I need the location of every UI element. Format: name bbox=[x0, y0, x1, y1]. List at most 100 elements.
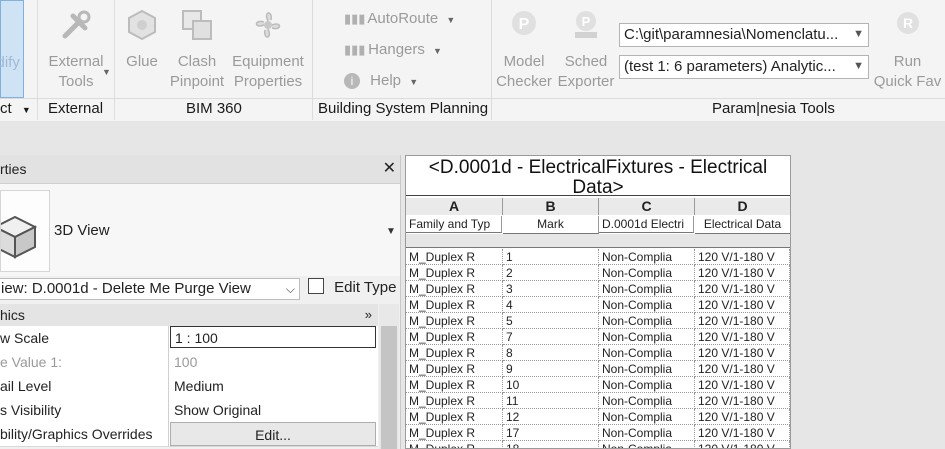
edit-type-button[interactable]: Edit Type bbox=[308, 278, 396, 296]
type-name: 3D View bbox=[54, 222, 110, 239]
external-tools-icon bbox=[62, 10, 91, 39]
property-row: s Visibility Show Original bbox=[0, 398, 378, 423]
schedule-cell[interactable]: 4 bbox=[503, 297, 599, 313]
schedule-cell[interactable]: M_Duplex R bbox=[406, 281, 503, 297]
schedule-cell[interactable]: 120 V/1-180 V bbox=[695, 265, 790, 281]
schedule-cell[interactable]: Non-Complia bbox=[599, 393, 695, 409]
schedule-cell[interactable]: 7 bbox=[503, 329, 599, 345]
column-header-electrical-data[interactable]: Electrical Data bbox=[695, 216, 790, 234]
schedule-cell[interactable]: 1 bbox=[503, 249, 599, 265]
schedule-cell[interactable]: 10 bbox=[503, 377, 599, 393]
schedule-cell[interactable]: 120 V/1-180 V bbox=[695, 377, 790, 393]
category-graphics[interactable]: hics » bbox=[0, 304, 378, 326]
schedule-cell[interactable]: M_Duplex R bbox=[406, 393, 503, 409]
schedule-cell[interactable]: M_Duplex R bbox=[406, 441, 503, 448]
schedule-cell[interactable]: Non-Complia bbox=[599, 249, 695, 265]
column-letter-b[interactable]: B bbox=[503, 198, 599, 215]
column-letter-c[interactable]: C bbox=[599, 198, 695, 215]
chevron-down-icon: ▼ bbox=[853, 60, 864, 72]
schedule-cell[interactable]: Non-Complia bbox=[599, 345, 695, 361]
schedule-cell[interactable]: M_Duplex R bbox=[406, 409, 503, 425]
schedule-cell[interactable]: Non-Complia bbox=[599, 409, 695, 425]
clash-pinpoint-icon bbox=[182, 10, 212, 40]
schedule-cell[interactable]: 2 bbox=[503, 265, 599, 281]
run-icon: R bbox=[896, 12, 919, 34]
schedule-cell[interactable]: 17 bbox=[503, 425, 599, 441]
close-icon[interactable]: ✕ bbox=[383, 155, 396, 183]
schedule-cell[interactable]: M_Duplex R bbox=[406, 249, 503, 265]
model-checker-button[interactable]: P Model Checker bbox=[496, 0, 552, 98]
column-header-electrical-param[interactable]: D.0001d Electri bbox=[599, 216, 694, 233]
schedule-cell[interactable]: 120 V/1-180 V bbox=[695, 361, 790, 377]
hangers-icon: ▮▮▮ bbox=[344, 42, 366, 57]
schedule-cell[interactable]: M_Duplex R bbox=[406, 313, 503, 329]
column-header-mark[interactable]: Mark bbox=[503, 216, 599, 234]
run-quick-fav-button[interactable]: R Run Quick Fav bbox=[870, 0, 945, 98]
hangers-button[interactable]: ▮▮▮ Hangers ▼ bbox=[344, 41, 442, 58]
ribbon-separator bbox=[37, 98, 38, 120]
schedule-cell[interactable]: 8 bbox=[503, 345, 599, 361]
schedule-cell[interactable]: 18 bbox=[503, 441, 599, 448]
3d-view-icon bbox=[0, 190, 50, 272]
svg-text:R: R bbox=[902, 15, 912, 31]
schedule-cell[interactable]: Non-Complia bbox=[599, 297, 695, 313]
schedule-cell[interactable]: 3 bbox=[503, 281, 599, 297]
external-tools-button[interactable]: External Tools ▼ bbox=[40, 0, 112, 98]
autoroute-icon: ▮▮▮ bbox=[344, 11, 366, 26]
panel-select[interactable]: ct ▼ bbox=[0, 100, 31, 117]
schedule-cell[interactable]: M_Duplex R bbox=[406, 329, 503, 345]
schedule-cell[interactable]: M_Duplex R bbox=[406, 425, 503, 441]
schedule-cell[interactable]: 120 V/1-180 V bbox=[695, 409, 790, 425]
glue-button[interactable]: Glue bbox=[118, 0, 166, 98]
schedule-cell[interactable]: 12 bbox=[503, 409, 599, 425]
column-header-family-type[interactable]: Family and Typ bbox=[406, 216, 502, 233]
modify-button[interactable]: odify bbox=[0, 0, 24, 98]
schedule-cell[interactable]: Non-Complia bbox=[599, 329, 695, 345]
schedule-cell[interactable]: 120 V/1-180 V bbox=[695, 249, 790, 265]
column-letter-a[interactable]: A bbox=[406, 198, 503, 215]
ribbon-separator bbox=[114, 0, 115, 98]
fan-icon bbox=[255, 12, 281, 38]
schedule-cell[interactable]: M_Duplex R bbox=[406, 377, 503, 393]
schedule-cell[interactable]: 5 bbox=[503, 313, 599, 329]
schedule-cell[interactable]: 120 V/1-180 V bbox=[695, 297, 790, 313]
ribbon-separator bbox=[312, 0, 313, 98]
schedule-cell[interactable]: Non-Complia bbox=[599, 361, 695, 377]
schedule-cell[interactable]: Non-Complia bbox=[599, 281, 695, 297]
schedule-cell[interactable]: 120 V/1-180 V bbox=[695, 329, 790, 345]
help-button[interactable]: i Help ▼ bbox=[344, 72, 418, 89]
schedule-cell[interactable]: 120 V/1-180 V bbox=[695, 425, 790, 441]
schedule-cell[interactable]: M_Duplex R bbox=[406, 297, 503, 313]
property-row: w Scale 1 : 100 bbox=[0, 326, 378, 351]
scrollbar-thumb[interactable] bbox=[381, 326, 397, 449]
schedule-cell[interactable]: 11 bbox=[503, 393, 599, 409]
schedule-cell[interactable]: Non-Complia bbox=[599, 313, 695, 329]
schedule-cell[interactable]: 120 V/1-180 V bbox=[695, 281, 790, 297]
column-letter-d[interactable]: D bbox=[695, 198, 790, 215]
schedule-cell[interactable]: M_Duplex R bbox=[406, 361, 503, 377]
schedule-cell[interactable]: 120 V/1-180 V bbox=[695, 393, 790, 409]
schedule-cell[interactable]: 120 V/1-180 V bbox=[695, 313, 790, 329]
schedule-cell[interactable]: M_Duplex R bbox=[406, 265, 503, 281]
test-selector-dropdown[interactable]: (test 1: 6 parameters) Analytic... ▼ bbox=[619, 55, 869, 79]
schedule-cell[interactable]: M_Duplex R bbox=[406, 345, 503, 361]
schedule-cell[interactable]: 120 V/1-180 V bbox=[695, 441, 790, 448]
schedule-cell[interactable]: 120 V/1-180 V bbox=[695, 345, 790, 361]
sched-exporter-button[interactable]: P Sched Exporter bbox=[556, 0, 616, 98]
schedule-cell[interactable]: Non-Complia bbox=[599, 265, 695, 281]
schedule-cell[interactable]: Non-Complia bbox=[599, 425, 695, 441]
ribbon-separator bbox=[114, 98, 115, 120]
clash-pinpoint-button[interactable]: Clash Pinpoint bbox=[166, 0, 228, 98]
equipment-properties-button[interactable]: Equipment Properties bbox=[228, 0, 308, 98]
chevron-down-icon[interactable]: ▼ bbox=[386, 226, 396, 237]
schedule-cell[interactable]: 9 bbox=[503, 361, 599, 377]
schedule-cell[interactable]: Non-Complia bbox=[599, 441, 695, 448]
panel-paramnesia-tools: Param|nesia Tools bbox=[712, 100, 835, 117]
schedule-cell[interactable]: Non-Complia bbox=[599, 377, 695, 393]
chevron-down-icon: ▼ bbox=[446, 15, 456, 25]
script-path-dropdown[interactable]: C:\git\paramnesia\Nomenclatu... ▼ bbox=[619, 23, 869, 47]
autoroute-button[interactable]: ▮▮▮ AutoRoute ▼ bbox=[344, 10, 455, 27]
edit-overrides-button[interactable]: Edit... bbox=[170, 422, 376, 446]
instance-filter-dropdown[interactable]: iew: D.0001d - Delete Me Purge View ⌵ bbox=[0, 278, 300, 300]
schedule-blank-row bbox=[406, 234, 790, 248]
